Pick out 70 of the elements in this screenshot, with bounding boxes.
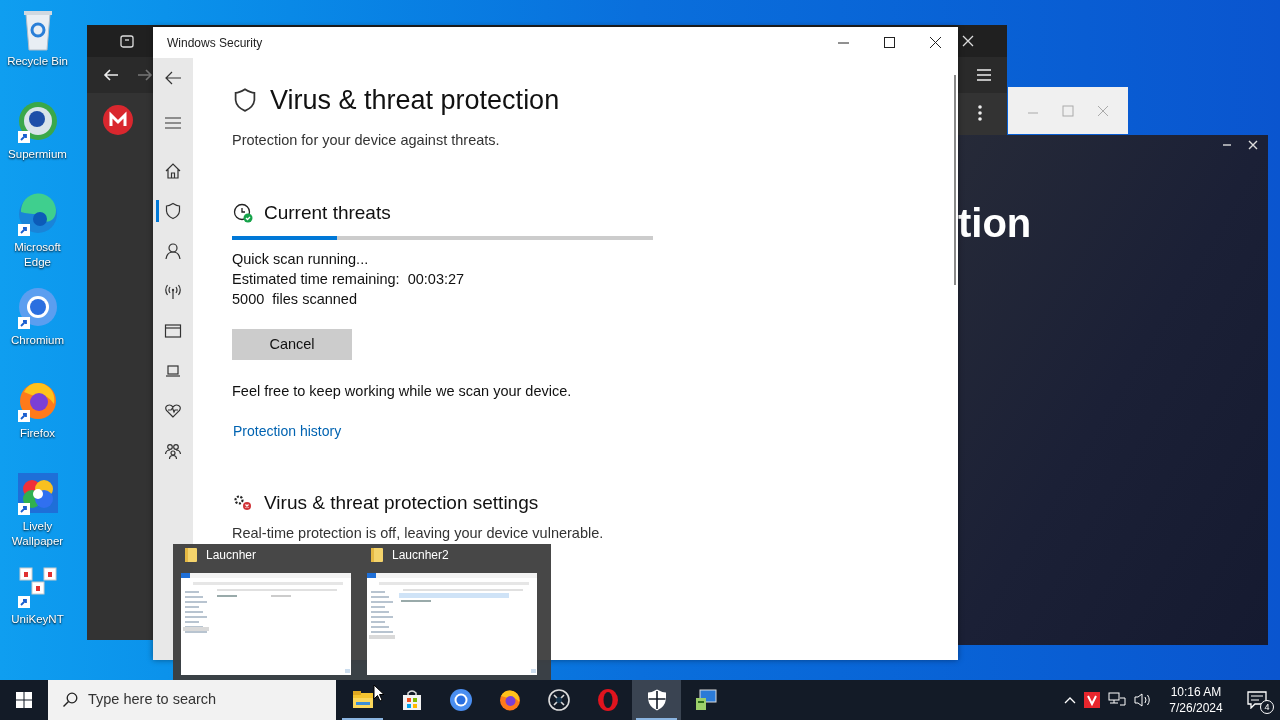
heart-icon [164,402,182,420]
keys-icon[interactable] [15,564,60,610]
globe-icon[interactable] [15,99,60,145]
circle-cross-icon [546,688,571,712]
info-text: Feel free to keep working while we scan your device. [232,382,572,401]
home-icon [164,162,182,180]
search-icon [62,692,78,708]
warning-text: Real-time protection is off, leaving your device vulnerable. [232,524,604,543]
forward-arrow-icon[interactable] [137,68,153,82]
volume-icon[interactable] [1134,692,1152,708]
antenna-icon [164,282,182,300]
notification-button[interactable]: 4 [1234,680,1280,720]
scan-status-text: Quick scan running... [232,250,369,269]
close-icon[interactable] [929,37,941,48]
desktop-icon-label[interactable]: Firefox [17,426,58,441]
scrollbar-thumb[interactable] [954,75,956,285]
computer-icon [693,688,718,712]
circle-logo-icon [103,105,133,135]
shield-icon [232,86,258,114]
taskbar-button[interactable] [632,680,681,720]
ring-icon [448,688,473,712]
section-heading: Virus & threat protection settings [264,491,539,515]
banner-heading: tion [958,200,1032,246]
page-heading: Virus & threat protection [270,84,560,116]
clock-date: 7/26/2024 [1169,700,1223,716]
page-subtitle: Protection for your device against threats. [232,131,500,150]
search-placeholder: Type here to search [88,690,217,710]
flame-globe-icon [497,688,522,712]
color-circles-icon[interactable] [15,471,60,517]
person-icon [164,242,182,260]
desktop-icon-label[interactable]: Supermium [6,147,69,162]
protection-history-link[interactable]: Protection history [233,421,342,441]
section-heading: Current threats [264,201,391,225]
oval-ring-icon [595,688,620,712]
kebab-menu-icon[interactable] [978,105,982,121]
desktop-icon-label[interactable]: Chromium [8,333,66,348]
swirl-icon[interactable] [15,192,60,238]
preview-title: Laucnher [206,547,257,564]
preview-title: Laucnher2 [392,547,449,564]
back-arrow-icon[interactable] [164,70,182,86]
desktop-icon-label[interactable]: UniKeyNT [9,612,66,627]
search-field[interactable]: Type here to search [48,680,336,720]
desktop-icon-label[interactable]: Recycle Bin [5,54,70,69]
network-icon[interactable] [1108,692,1126,708]
laptop-icon [164,362,182,380]
message-icon [1247,691,1267,709]
window-title: Windows Security [167,34,263,52]
desktop-icon-label[interactable]: Microsoft Edge [0,240,75,270]
maximize-icon[interactable] [883,37,895,48]
notification-count: 4 [1260,700,1274,714]
clock[interactable]: 10:16 AM 7/26/2024 [1158,684,1234,716]
chevron-up-icon[interactable] [1064,696,1076,704]
window-thumbnail-drawing[interactable] [367,573,537,675]
scan-status-text: 5000 files scanned [232,290,357,309]
window-thumbnail-drawing[interactable] [181,573,351,675]
mouse-cursor-icon [373,684,385,702]
folder-icon [184,547,198,563]
people-icon [164,442,182,460]
v-logo-icon[interactable] [1084,692,1100,708]
cancel-button[interactable]: Cancel [232,329,352,360]
windows-logo-icon[interactable] [16,692,32,708]
clock-check-icon [232,202,254,224]
scan-status-text: Estimated time remaining: 00:03:27 [232,270,465,289]
tab-icon[interactable] [119,33,135,49]
desktop-icon-label[interactable]: Lively Wallpaper [0,519,75,549]
ring-icon[interactable] [15,285,60,331]
clock-time: 10:16 AM [1170,684,1222,700]
window-icon [164,322,182,340]
shield-icon [164,202,182,220]
folder-icon [370,547,384,563]
